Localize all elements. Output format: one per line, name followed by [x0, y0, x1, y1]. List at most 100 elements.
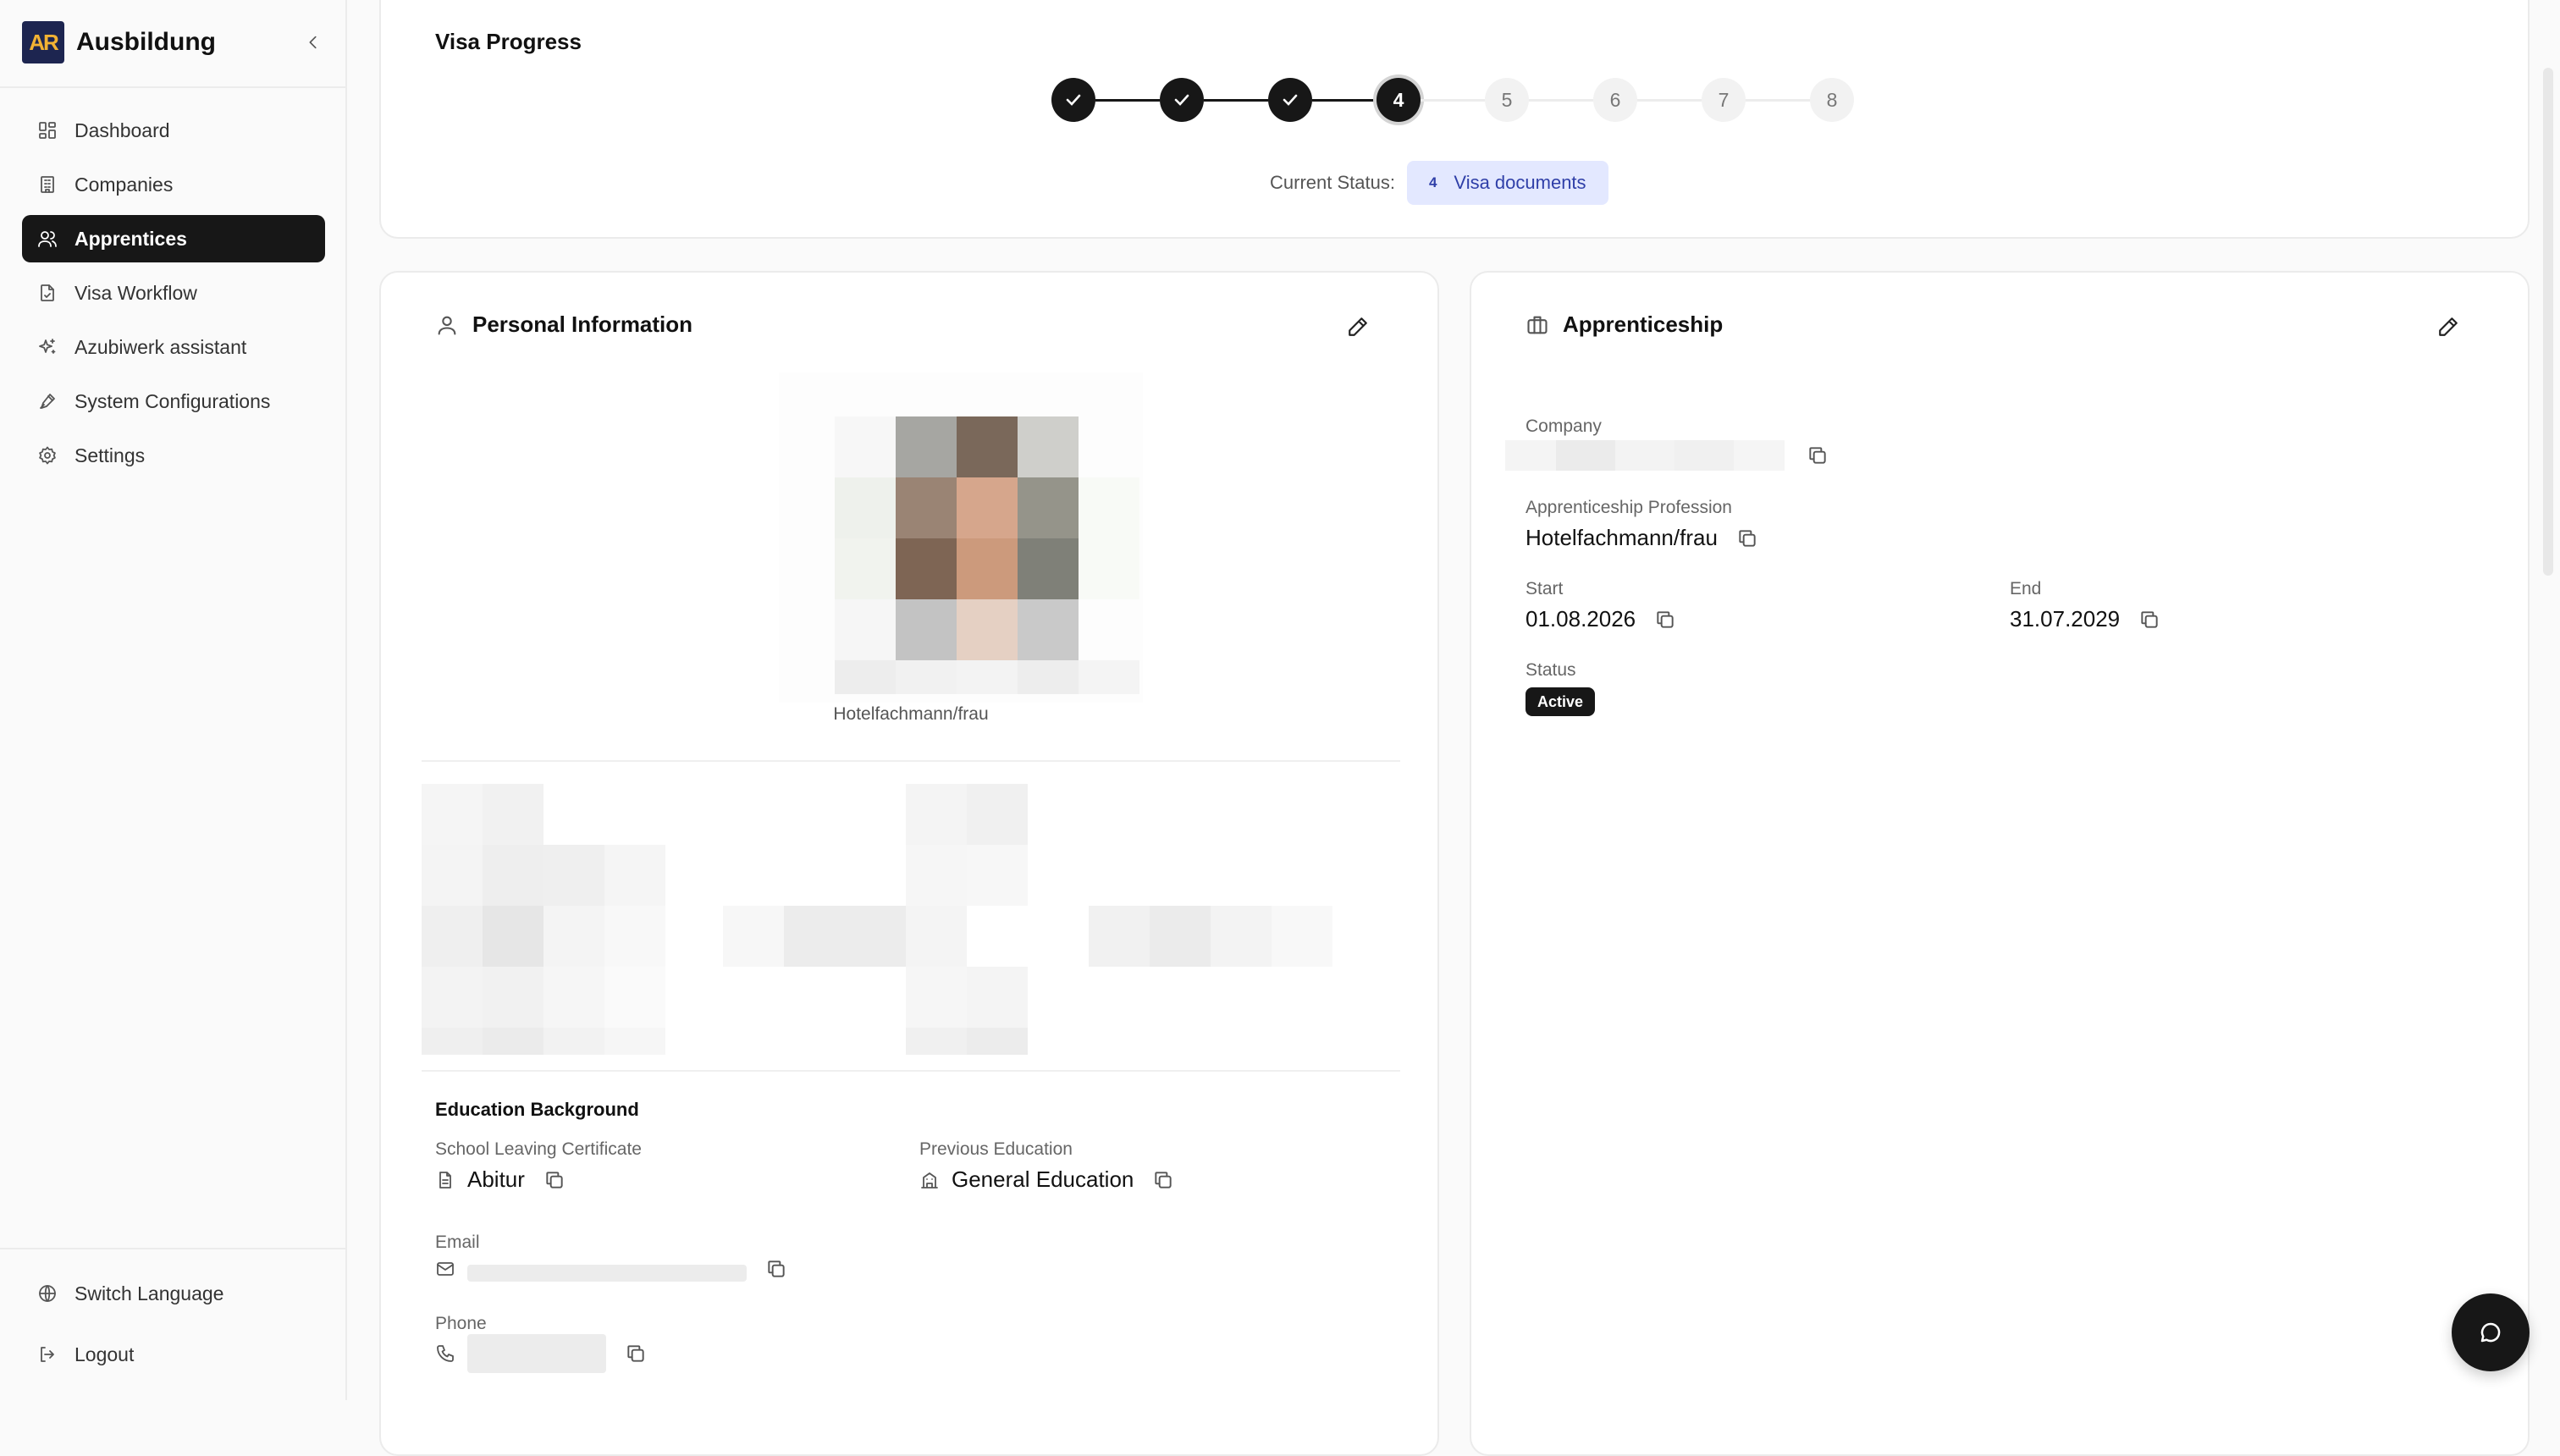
- start-value-row: 01.08.2026: [1526, 606, 1676, 632]
- sidebar-item-dashboard[interactable]: Dashboard: [22, 107, 325, 154]
- sidebar: AR Ausbildung Dashboard Companies Appren…: [0, 0, 347, 1400]
- copy-icon[interactable]: [1736, 527, 1758, 549]
- sidebar-item-label: Companies: [74, 173, 174, 196]
- chat-assistant-button[interactable]: [2452, 1293, 2530, 1371]
- personal-information-title: Personal Information: [435, 312, 692, 338]
- building-icon: [921, 1172, 938, 1189]
- edit-personal-info-button[interactable]: [1343, 312, 1373, 342]
- logout-label: Logout: [74, 1343, 135, 1365]
- pencil-icon: [2439, 317, 2458, 336]
- sidebar-item-label: Settings: [74, 444, 146, 466]
- copy-icon[interactable]: [765, 1258, 787, 1280]
- current-status-badge: 4 Visa documents: [1406, 161, 1608, 205]
- apprenticeship-title-text: Apprenticeship: [1563, 312, 1724, 337]
- sidebar-divider: [0, 86, 345, 88]
- sidebar-item-settings[interactable]: Settings: [22, 432, 325, 479]
- chevron-left-icon: [309, 36, 317, 49]
- step-connector: [1637, 98, 1702, 102]
- page-scrollbar[interactable]: [2543, 68, 2553, 576]
- start-value: 01.08.2026: [1526, 606, 1636, 631]
- company-value-row: [1505, 438, 1829, 472]
- mail-icon: [437, 1262, 454, 1276]
- switch-language-button[interactable]: Switch Language: [22, 1270, 325, 1317]
- profession-value: Hotelfachmann/frau: [1526, 525, 1718, 550]
- step-7[interactable]: 7: [1702, 78, 1746, 122]
- current-status-label: Current Status:: [1270, 172, 1395, 193]
- email-value-row: [435, 1256, 787, 1282]
- profession-label: Apprenticeship Profession: [1526, 498, 1732, 517]
- company-label: Company: [1526, 416, 1602, 436]
- sidebar-item-label: Dashboard: [74, 119, 170, 141]
- step-1-completed[interactable]: [1051, 78, 1095, 122]
- gear-icon: [39, 446, 56, 465]
- user-icon: [438, 316, 456, 335]
- sidebar-divider: [0, 1248, 345, 1249]
- phone-value-row: [435, 1334, 647, 1373]
- previous-education-label: Previous Education: [919, 1139, 1073, 1159]
- pencil-icon: [1349, 317, 1367, 336]
- apprenticeship-title: Apprenticeship: [1526, 312, 1723, 338]
- end-value: 31.07.2029: [2010, 606, 2121, 631]
- sidebar-item-visa-workflow[interactable]: Visa Workflow: [22, 269, 325, 317]
- copy-icon[interactable]: [543, 1169, 566, 1191]
- sidebar-item-azubiwerk-assistant[interactable]: Azubiwerk assistant: [22, 323, 325, 371]
- school-certificate-label: School Leaving Certificate: [435, 1139, 642, 1159]
- document-icon: [439, 1171, 451, 1189]
- current-step-number: 4: [1428, 174, 1437, 190]
- copy-icon[interactable]: [1654, 609, 1676, 631]
- visa-progress-title: Visa Progress: [435, 29, 582, 54]
- sidebar-item-system-configurations[interactable]: System Configurations: [22, 378, 325, 425]
- email-redacted: [467, 1265, 747, 1282]
- school-certificate-value: Abitur: [467, 1166, 525, 1192]
- check-icon: [1066, 94, 1081, 106]
- logout-icon: [41, 1347, 54, 1362]
- redacted-personal-details: [422, 784, 1400, 1055]
- check-icon: [1174, 94, 1189, 106]
- switch-language-label: Switch Language: [74, 1282, 224, 1304]
- step-3-completed[interactable]: [1268, 78, 1312, 122]
- building-icon: [41, 176, 54, 193]
- copy-icon[interactable]: [1152, 1169, 1174, 1191]
- pen-tool-icon: [40, 394, 55, 409]
- copy-icon[interactable]: [625, 1343, 647, 1365]
- sidebar-item-label: Azubiwerk assistant: [74, 335, 247, 358]
- step-connector: [1095, 98, 1160, 102]
- sidebar-nav: Dashboard Companies Apprentices Visa Wor…: [22, 107, 325, 486]
- edit-apprenticeship-button[interactable]: [2433, 312, 2463, 342]
- copy-icon[interactable]: [2138, 609, 2160, 631]
- sidebar-item-label: System Configurations: [74, 389, 271, 412]
- status-label: Status: [1526, 660, 1576, 680]
- app-logo: AR: [22, 21, 64, 63]
- company-redacted: [1505, 440, 1785, 471]
- step-2-completed[interactable]: [1160, 78, 1204, 122]
- sidebar-item-companies[interactable]: Companies: [22, 161, 325, 208]
- apprenticeship-card: Apprenticeship Company Apprenticeship Pr…: [1470, 271, 2530, 1456]
- copy-icon[interactable]: [1807, 444, 1829, 466]
- sidebar-item-apprentices[interactable]: Apprentices: [22, 215, 325, 262]
- previous-education-value: General Education: [952, 1166, 1134, 1192]
- step-8[interactable]: 8: [1810, 78, 1854, 122]
- step-connector: [1746, 98, 1810, 102]
- step-connector: [1312, 98, 1377, 102]
- collapse-sidebar-button[interactable]: [300, 29, 327, 56]
- users-icon: [38, 231, 57, 247]
- school-certificate-value-row: Abitur: [435, 1166, 566, 1193]
- phone-label: Phone: [435, 1314, 487, 1333]
- step-connector: [1529, 98, 1593, 102]
- sparkles-icon: [39, 339, 56, 354]
- step-5[interactable]: 5: [1485, 78, 1529, 122]
- step-connector: [1421, 98, 1485, 102]
- profession-value-row: Hotelfachmann/frau: [1526, 525, 1758, 551]
- personal-information-card: Personal Information Hotelfachmann/frau: [379, 271, 1439, 1456]
- profile-photo: [779, 372, 1143, 703]
- step-connector: [1204, 98, 1268, 102]
- end-value-row: 31.07.2029: [2010, 606, 2160, 632]
- step-4-current[interactable]: 4: [1377, 78, 1421, 122]
- visa-progress-card: Visa Progress 4 5 6 7 8 Current Status: …: [379, 0, 2530, 239]
- logout-button[interactable]: Logout: [22, 1331, 325, 1378]
- step-6[interactable]: 6: [1593, 78, 1637, 122]
- brand: AR Ausbildung: [22, 20, 327, 64]
- sidebar-bottom-nav: Switch Language Logout: [22, 1270, 325, 1392]
- briefcase-icon: [1527, 316, 1548, 334]
- end-label: End: [2010, 579, 2042, 598]
